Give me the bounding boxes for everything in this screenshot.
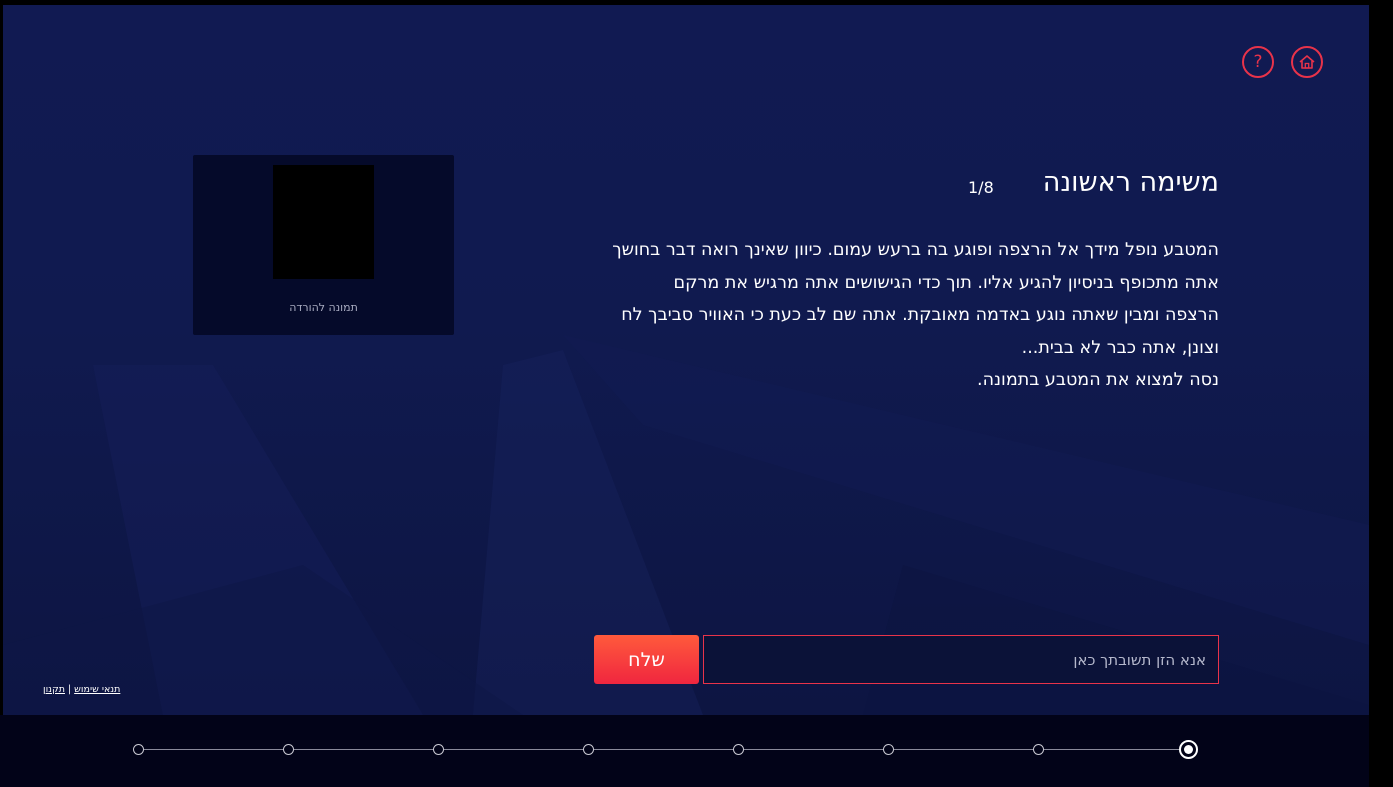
progress-step-8[interactable] [132,744,144,755]
description-line: וצונן, אתה כבר לא בבית... [1021,337,1219,358]
home-icon [1299,55,1315,69]
game-stage: ? תמונה להורדה משימה ראשונה 1/8 המטבע נו… [3,5,1369,715]
progress-step-3[interactable] [882,744,894,755]
task-image[interactable] [273,165,374,279]
description-line: אתה מתכופף בניסיון להגיע אליו. תוך כדי ה… [673,272,1220,293]
progress-line [138,749,1188,750]
image-download-caption: תמונה להורדה [289,301,358,314]
right-edge [1369,0,1393,787]
answer-input[interactable] [703,635,1219,684]
task-title: משימה ראשונה [1042,167,1219,198]
question-icon: ? [1253,51,1263,72]
send-button[interactable]: שלח [594,635,699,684]
progress-step-5[interactable] [582,744,594,755]
task-counter: 1/8 [968,178,994,197]
progress-step-6[interactable] [432,744,444,755]
home-button[interactable] [1291,46,1323,78]
description-line: נסה למצוא את המטבע בתמונה. [977,370,1219,390]
terms-link[interactable]: תנאי שימוש [74,684,120,695]
progress-step-7[interactable] [282,744,294,755]
regulations-link[interactable]: תקנון [43,684,65,695]
image-panel[interactable]: תמונה להורדה [193,155,454,335]
progress-footer [0,715,1369,787]
help-button[interactable]: ? [1242,46,1274,78]
legal-separator: | [67,684,72,695]
progress-step-1[interactable] [1178,740,1198,759]
task-description: המטבע נופל מידך אל הרצפה ופוגע בה ברעש ע… [519,234,1219,397]
legal-links: תנאי שימוש|תקנון [43,684,120,695]
description-line: הרצפה ומבין שאתה נוגע באדמה מאובקת. אתה … [621,305,1219,325]
description-line: המטבע נופל מידך אל הרצפה ופוגע בה ברעש ע… [612,240,1219,260]
progress-step-2[interactable] [1032,744,1044,755]
progress-step-4[interactable] [732,744,744,755]
